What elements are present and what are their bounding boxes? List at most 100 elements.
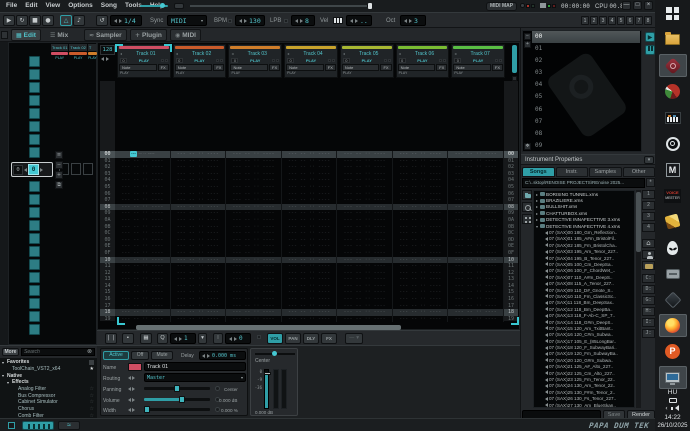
Track 01[interactable]: ◂Track 01 0 PLAY Note FX PLAY — [117, 44, 171, 78]
home-icon[interactable] — [642, 239, 655, 248]
track-play-state[interactable]: PLAY — [296, 58, 326, 63]
pattern-cell[interactable]: --- -- ·· ---- — [448, 210, 504, 217]
pattern-cell[interactable]: --- -- ·· ---- — [448, 237, 504, 244]
pattern-cell[interactable]: --- -- ·· ---- — [226, 197, 282, 204]
pattern-cell[interactable]: --- -- ·· ---- — [448, 296, 504, 303]
pattern-cell[interactable]: --- -- ·· ---- — [171, 164, 227, 171]
pattern-cell[interactable]: --- -- ·· ---- — [337, 217, 393, 224]
note-column-label[interactable]: Note — [119, 64, 157, 71]
show-folders-icon[interactable] — [522, 190, 532, 200]
toggle-dly[interactable]: DLY — [303, 333, 319, 344]
quantize-toggle[interactable]: Q — [157, 333, 168, 344]
pattern-cell[interactable]: --- -- ·· ---- — [171, 309, 227, 316]
pattern-cell[interactable]: --- -- ·· ---- — [393, 283, 449, 290]
sequence-slot[interactable] — [29, 82, 40, 93]
collapse-arrow-icon[interactable]: ◂ — [176, 51, 178, 56]
pattern-cell[interactable]: --- -- ·· ---- — [448, 270, 504, 277]
note-column-label[interactable]: Note — [230, 64, 268, 71]
quantize-dropdown[interactable]: ▾ — [198, 333, 207, 344]
path-input[interactable]: C:\..sktop\RENOISE PROJECTS\REnoise 2025… — [522, 178, 645, 188]
pattern-cell[interactable]: --- -- ·· ---- — [171, 191, 227, 198]
matrix-cell[interactable] — [83, 163, 93, 175]
collapse-arrow-icon[interactable]: ◂ — [231, 51, 233, 56]
view-preset-button[interactable]: 3 — [599, 16, 607, 25]
pattern-cell[interactable]: --- -- ·· ---- — [115, 243, 171, 250]
note-column-label[interactable]: Note — [342, 64, 380, 71]
speaker-icon[interactable] — [671, 405, 680, 412]
pattern-cell[interactable]: --- -- ·· ---- — [282, 270, 338, 277]
bpm-value[interactable]: 130 — [235, 15, 265, 26]
pattern-cell[interactable]: --- -- ·· ---- — [171, 197, 227, 204]
pattern-cell[interactable]: --- -- ·· ---- — [171, 243, 227, 250]
pattern-cell[interactable]: --- -- ·· ---- — [393, 276, 449, 283]
pattern-cell[interactable]: --- -- ·· ---- — [393, 210, 449, 217]
pattern-cell[interactable]: --- -- ·· ---- — [448, 303, 504, 310]
pattern-cell[interactable]: --- -- ·· ---- — [282, 263, 338, 270]
pattern-cell[interactable]: --- -- ·· ---- — [337, 191, 393, 198]
favorite-star-icon[interactable]: ☆ — [90, 386, 94, 392]
user-folder-icon[interactable] — [642, 250, 655, 259]
collapse-arrow-icon[interactable]: ◂ — [454, 51, 456, 56]
pattern-cell[interactable]: --- -- ·· ---- — [337, 151, 393, 158]
pattern-cell[interactable]: --- -- ·· ---- — [115, 276, 171, 283]
pattern-cell[interactable]: --- -- ·· ---- — [171, 210, 227, 217]
pattern-cell[interactable]: --- -- ·· ---- — [337, 303, 393, 310]
pattern-length[interactable]: 128 — [100, 45, 115, 55]
pattern-cell[interactable]: --- -- ·· ---- — [171, 230, 227, 237]
instrument-midi-icon[interactable]: ❖ — [524, 143, 531, 150]
fx-column-label[interactable]: FX — [325, 64, 336, 71]
pattern-cell[interactable]: --- -- ·· ---- — [171, 224, 227, 231]
pattern-cell[interactable]: --- -- ·· ---- — [115, 309, 171, 316]
post-volume-fader[interactable] — [264, 369, 269, 409]
drive-button[interactable]: G: — [642, 296, 655, 305]
pattern-cell[interactable]: --- -- ·· ---- — [393, 197, 449, 204]
pattern-cell[interactable]: --- -- ·· ---- — [448, 184, 504, 191]
width-spinner[interactable] — [128, 405, 135, 414]
pattern-cell[interactable]: --- -- ·· ---- — [226, 237, 282, 244]
pattern-cell[interactable]: --- -- ·· ---- — [226, 171, 282, 178]
metronome-icon[interactable]: △ — [60, 15, 72, 26]
routing-select[interactable]: Master▾ — [144, 373, 246, 382]
pattern-cell[interactable]: --- -- ·· ---- — [337, 263, 393, 270]
prehear-play-button[interactable]: ▶ — [645, 32, 655, 42]
track-play-state[interactable]: PLAY — [352, 58, 382, 63]
sequence-slot[interactable] — [29, 298, 40, 309]
follow-player-icon[interactable]: ▪ — [122, 333, 134, 344]
view-preset-button[interactable]: 5 — [617, 16, 625, 25]
pattern-cell[interactable]: --- -- ·· ---- — [171, 289, 227, 296]
pattern-cell[interactable]: --- -- ·· ---- — [393, 164, 449, 171]
pattern-cell[interactable]: --- -- ·· ---- — [337, 296, 393, 303]
start-button[interactable] — [659, 2, 687, 25]
pattern-cell[interactable]: --- -- ·· ---- — [226, 164, 282, 171]
fx-column-label[interactable]: FX — [492, 64, 503, 71]
sequence-edit-button[interactable]: ≡ — [55, 151, 63, 159]
pattern-cell[interactable]: --- -- ·· ---- — [448, 164, 504, 171]
track-mute-button[interactable]: Mute — [151, 351, 173, 360]
width-reset[interactable] — [215, 407, 220, 412]
tab-instr[interactable]: Instr. — [556, 167, 589, 177]
pattern-cell[interactable]: --- -- ·· ---- — [448, 171, 504, 178]
browser-preset-button[interactable]: 3 — [642, 212, 655, 221]
pattern-cell[interactable]: --- -- ·· ---- — [393, 177, 449, 184]
pattern-cell[interactable]: --- -- ·· ---- — [282, 197, 338, 204]
pattern-cell[interactable]: --- -- ·· ---- — [448, 316, 504, 323]
pattern-cell[interactable]: --- -- ·· ---- — [115, 283, 171, 290]
pattern-cell[interactable]: --- -- ·· ---- — [393, 296, 449, 303]
menu-item[interactable]: Song — [98, 1, 120, 11]
toggle-pan[interactable]: PAN — [285, 333, 301, 344]
sequence-slot[interactable] — [29, 246, 40, 257]
favorite-star-icon[interactable]: ★ — [90, 366, 94, 372]
sequence-slot[interactable] — [29, 181, 40, 192]
track-delay-box[interactable]: 0 — [120, 58, 127, 63]
instrument-row[interactable]: 09 — [532, 140, 640, 152]
pattern-cell[interactable]: --- -- ·· ---- — [393, 243, 449, 250]
view-preset-button[interactable]: 4 — [608, 16, 616, 25]
note-column-label[interactable]: Note — [453, 64, 491, 71]
pattern-cell[interactable]: --- -- ·· ---- — [115, 217, 171, 224]
pattern-cell[interactable]: --- -- ·· ---- — [171, 177, 227, 184]
pattern-cell[interactable]: --- -- ·· ---- — [393, 151, 449, 158]
pattern-cell[interactable]: --- -- ·· ---- — [226, 184, 282, 191]
view-preset-button[interactable]: 7 — [635, 16, 643, 25]
T[interactable]: T PLAY — [88, 44, 97, 60]
pattern-cell[interactable]: --- -- ·· ---- — [448, 197, 504, 204]
